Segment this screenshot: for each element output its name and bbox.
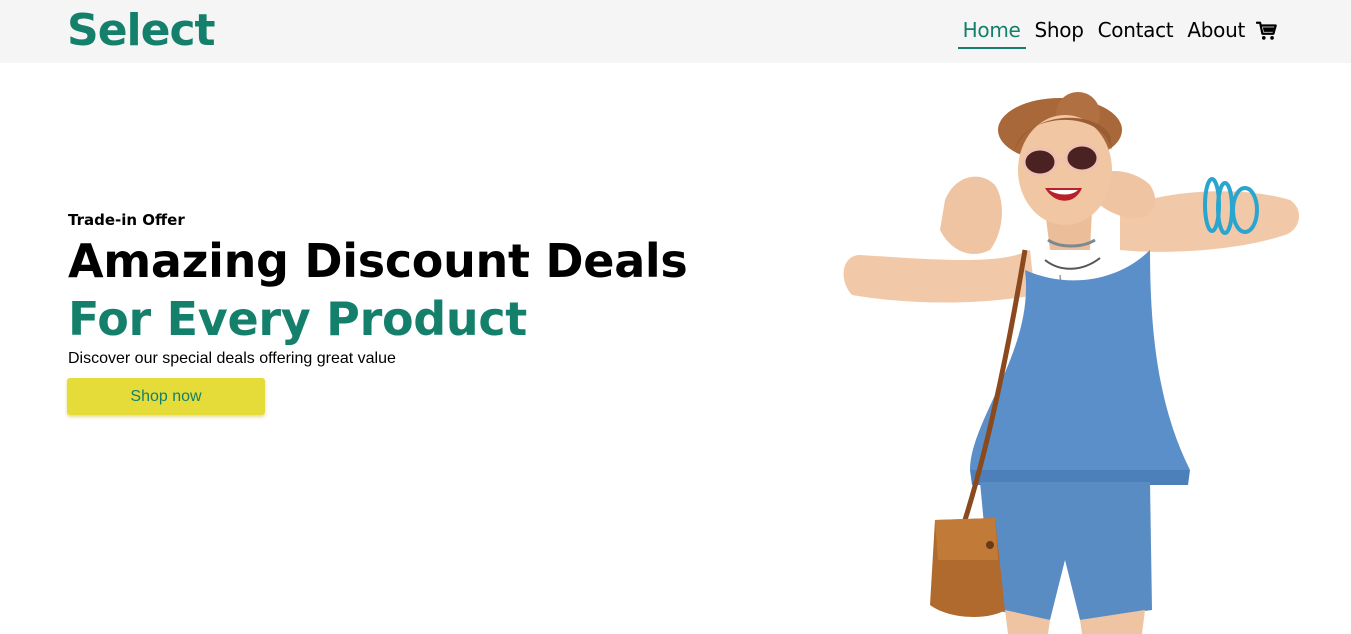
site-logo[interactable]: Select — [67, 4, 216, 58]
hero-headline: Amazing Discount Deals — [68, 234, 688, 288]
cart-icon[interactable] — [1256, 20, 1278, 42]
nav-item-shop[interactable]: Shop — [1030, 16, 1089, 47]
hero-headline-accent: For Every Product — [68, 292, 527, 346]
site-header: Select Home Shop Contact About — [0, 0, 1351, 63]
nav-item-home[interactable]: Home — [957, 16, 1026, 49]
page: Select Home Shop Contact About Trade-in … — [0, 0, 1351, 634]
main-nav: Home Shop Contact About — [954, 16, 1278, 49]
nav-item-contact[interactable]: Contact — [1093, 16, 1179, 47]
hero-model-image — [843, 92, 1300, 634]
hero-section: Trade-in Offer Amazing Discount Deals Fo… — [68, 209, 688, 370]
shop-now-button[interactable]: Shop now — [67, 378, 265, 415]
nav-item-about[interactable]: About — [1182, 16, 1250, 47]
hero-subtext: Discover our special deals offering grea… — [68, 350, 396, 367]
hero-eyebrow: Trade-in Offer — [68, 211, 185, 229]
